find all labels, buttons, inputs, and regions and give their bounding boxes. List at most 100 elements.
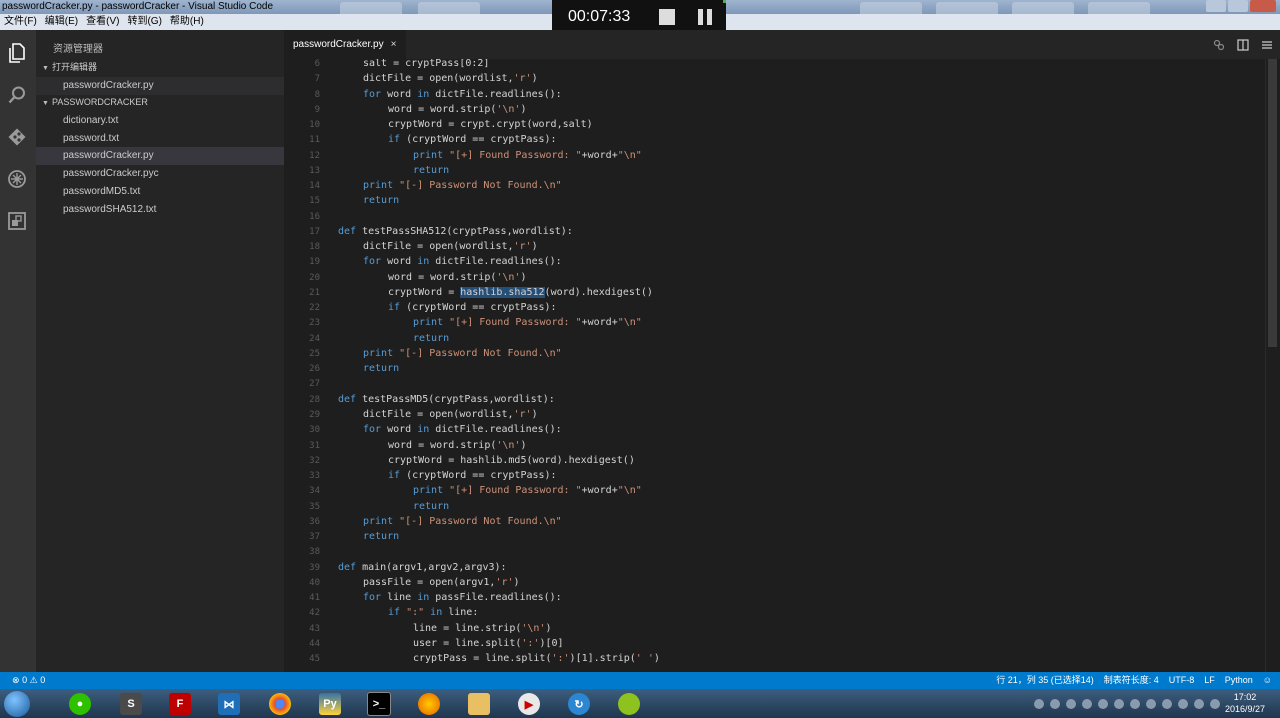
code-line[interactable]: print "[-] Password Not Found.\n" xyxy=(363,346,562,361)
git-icon[interactable] xyxy=(6,126,28,148)
problems-indicator[interactable]: ⊗ 0 ⚠ 0 xyxy=(12,672,45,689)
code-editor[interactable]: 6 7 8 9 10 11 12 13 14 15 16 17 18 19 20 21 22 23 24 25 26 27… xyxy=(284,59,1280,672)
menu-help[interactable]: 帮助(H) xyxy=(166,14,208,30)
project-folder-header[interactable]: ▼ PASSWORDCRACKER xyxy=(36,94,284,111)
code-line[interactable]: if (cryptWord == cryptPass): xyxy=(388,300,557,315)
open-changes-icon[interactable] xyxy=(1212,38,1226,52)
code-line[interactable]: if (cryptWord == cryptPass): xyxy=(388,468,557,483)
code-line[interactable]: for word in dictFile.readlines(): xyxy=(363,422,562,437)
code-line[interactable]: return xyxy=(413,331,449,346)
language-mode[interactable]: Python xyxy=(1225,672,1253,689)
start-button[interactable] xyxy=(4,691,30,717)
debug-icon[interactable] xyxy=(6,168,28,190)
file-item-passwordcracker-pyc[interactable]: passwordCracker.pyc xyxy=(36,165,284,183)
file-item-password[interactable]: password.txt xyxy=(36,130,284,148)
wechat-icon[interactable]: ● xyxy=(58,691,102,717)
code-line[interactable]: print "[+] Found Password: "+word+"\n" xyxy=(413,483,642,498)
more-actions-icon[interactable] xyxy=(1260,38,1274,52)
extensions-icon[interactable] xyxy=(6,210,28,232)
file-encoding[interactable]: UTF-8 xyxy=(1169,672,1195,689)
sublime-icon[interactable]: S xyxy=(109,691,153,717)
code-line[interactable]: word = word.strip('\n') xyxy=(388,270,527,285)
chevron-down-icon: ▼ xyxy=(42,100,49,107)
split-editor-icon[interactable] xyxy=(1236,38,1250,52)
code-line[interactable]: return xyxy=(363,193,399,208)
line-number: 34 xyxy=(309,486,320,497)
feedback-icon[interactable]: ☺ xyxy=(1263,672,1272,689)
system-clock[interactable]: 17:02 2016/9/27 xyxy=(1222,691,1268,715)
code-line[interactable]: def main(argv1,argv2,argv3): xyxy=(338,560,507,575)
code-line[interactable]: print "[+] Found Password: "+word+"\n" xyxy=(413,315,642,330)
line-number: 28 xyxy=(309,394,320,405)
scrollbar-thumb[interactable] xyxy=(1268,59,1277,347)
firefox-icon[interactable] xyxy=(407,691,451,717)
stop-recording-button[interactable] xyxy=(659,8,675,25)
open-editors-header[interactable]: ▼ 打开编辑器 xyxy=(36,59,284,76)
menu-goto[interactable]: 转到(G) xyxy=(123,14,165,30)
code-line[interactable]: cryptPass = line.split(':')[1].strip(' '… xyxy=(413,651,660,666)
menu-view[interactable]: 查看(V) xyxy=(82,14,123,30)
status-bar: ⊗ 0 ⚠ 0 行 21，列 35 (已选择14) 制表符长度: 4 UTF-8… xyxy=(0,672,1280,689)
code-line[interactable]: cryptWord = hashlib.md5(word).hexdigest(… xyxy=(388,453,635,468)
code-line[interactable]: return xyxy=(363,361,399,376)
code-line[interactable]: for line in passFile.readlines(): xyxy=(363,590,562,605)
code-line[interactable]: dictFile = open(wordlist,'r') xyxy=(363,239,538,254)
editor-scrollbar[interactable] xyxy=(1265,59,1280,672)
open-editor-item[interactable]: passwordCracker.py xyxy=(36,77,284,95)
chrome-icon[interactable] xyxy=(258,691,302,717)
code-line[interactable]: print "[+] Found Password: "+word+"\n" xyxy=(413,148,642,163)
code-line[interactable]: word = word.strip('\n') xyxy=(388,102,527,117)
code-line[interactable]: word = word.strip('\n') xyxy=(388,438,527,453)
file-item-dictionary[interactable]: dictionary.txt xyxy=(36,112,284,130)
media-player-icon[interactable]: ▶ xyxy=(507,691,551,717)
error-count: 0 xyxy=(22,675,28,685)
code-line[interactable]: if ":" in line: xyxy=(388,605,478,620)
code-line[interactable]: def testPassSHA512(cryptPass,wordlist): xyxy=(338,224,573,239)
cmd-icon[interactable]: >_ xyxy=(357,691,401,717)
tab-passwordcracker[interactable]: passwordCracker.py × xyxy=(284,30,406,59)
code-line[interactable]: def testPassMD5(cryptPass,wordlist): xyxy=(338,392,555,407)
code-line[interactable]: print "[-] Password Not Found.\n" xyxy=(363,178,562,193)
code-line[interactable]: passFile = open(argv1,'r') xyxy=(363,575,520,590)
maximize-button[interactable] xyxy=(1228,0,1248,12)
file-item-passwordsha512[interactable]: passwordSHA512.txt xyxy=(36,201,284,219)
vscode-icon[interactable]: ⋈ xyxy=(207,691,251,717)
code-line[interactable]: user = line.split(':')[0] xyxy=(413,636,564,651)
tab-size[interactable]: 制表符长度: 4 xyxy=(1104,672,1159,689)
menu-edit[interactable]: 编辑(E) xyxy=(41,14,82,30)
explorer-folder-icon[interactable] xyxy=(457,691,501,717)
explorer-icon[interactable] xyxy=(6,42,28,64)
code-line[interactable]: salt = cryptPass[0:2] xyxy=(363,59,489,71)
file-item-passwordmd5[interactable]: passwordMD5.txt xyxy=(36,183,284,201)
close-tab-icon[interactable]: × xyxy=(391,39,397,50)
minimize-button[interactable] xyxy=(1206,0,1226,12)
code-line[interactable]: return xyxy=(413,163,449,178)
vm-icon[interactable]: ↻ xyxy=(557,691,601,717)
app-icon[interactable] xyxy=(607,691,651,717)
python-icon[interactable]: Py xyxy=(308,691,352,717)
code-line[interactable]: if (cryptWord == cryptPass): xyxy=(388,132,557,147)
code-line[interactable]: cryptWord = crypt.crypt(word,salt) xyxy=(388,117,593,132)
code-line[interactable]: print "[-] Password Not Found.\n" xyxy=(363,514,562,529)
code-area[interactable]: salt = cryptPass[0:2] dictFile = open(wor… xyxy=(338,59,1264,672)
filezilla-icon[interactable]: F xyxy=(158,691,202,717)
code-line[interactable]: for word in dictFile.readlines(): xyxy=(363,87,562,102)
end-of-line[interactable]: LF xyxy=(1204,672,1215,689)
code-line[interactable]: cryptWord = hashlib.sha512(word).hexdige… xyxy=(388,285,653,300)
line-number: 19 xyxy=(309,257,320,268)
menu-file[interactable]: 文件(F) xyxy=(0,14,41,30)
close-window-button[interactable] xyxy=(1250,0,1276,12)
code-line[interactable]: dictFile = open(wordlist,'r') xyxy=(363,71,538,86)
code-line[interactable]: return xyxy=(413,499,449,514)
code-line[interactable]: for word in dictFile.readlines(): xyxy=(363,254,562,269)
file-item-passwordcracker-py[interactable]: passwordCracker.py xyxy=(36,147,284,165)
code-line[interactable]: dictFile = open(wordlist,'r') xyxy=(363,407,538,422)
tab-label: passwordCracker.py xyxy=(293,39,384,50)
chevron-down-icon: ▼ xyxy=(42,65,49,72)
search-icon[interactable] xyxy=(6,84,28,106)
code-line[interactable]: return xyxy=(363,529,399,544)
pause-recording-button[interactable] xyxy=(698,8,712,25)
code-line[interactable]: line = line.strip('\n') xyxy=(413,621,552,636)
warning-count: 0 xyxy=(40,675,46,685)
cursor-position[interactable]: 行 21，列 35 (已选择14) xyxy=(996,672,1094,689)
